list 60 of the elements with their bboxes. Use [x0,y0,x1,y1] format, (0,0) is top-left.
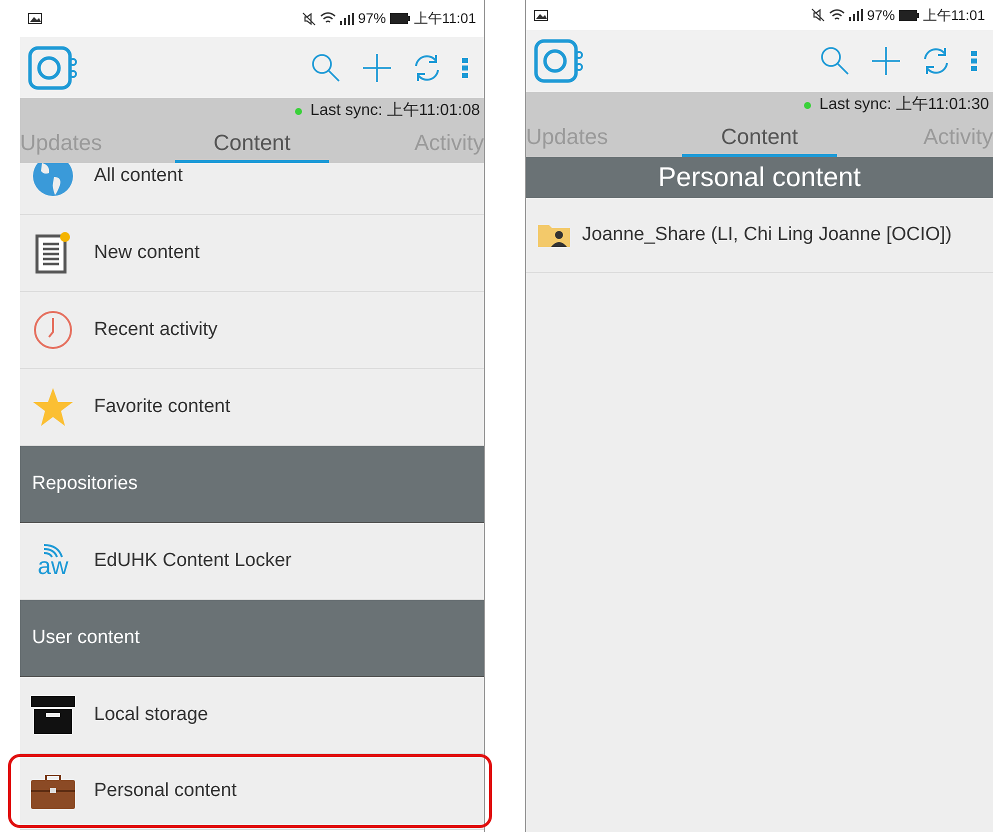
star-icon [32,387,74,427]
sync-button[interactable] [412,52,442,82]
wifi-icon [320,12,336,25]
refresh-icon [412,52,442,82]
item-label: New content [94,240,200,265]
item-label: All content [94,164,183,188]
last-sync-text: Last sync: 上午11:01:08 [310,100,480,121]
page-title: Personal content [526,157,993,198]
briefcase-icon [31,774,75,808]
signal-icon [848,9,863,21]
shared-folder-icon [538,223,570,247]
mute-icon [302,12,316,26]
battery-icon [390,13,410,24]
app-logo-icon [534,39,584,83]
last-sync-text: Last sync: 上午11:01:30 [819,94,989,115]
document-icon [35,232,71,274]
more-icon [971,51,977,71]
archive-box-icon [31,696,75,734]
list-item[interactable]: All content [20,163,484,215]
list-item[interactable]: New content [20,215,484,292]
item-label: Personal content [94,779,237,804]
image-icon [534,10,548,20]
clock-time: 上午11:01 [923,6,985,24]
battery-percent: 97% [358,9,386,28]
search-button[interactable] [310,52,342,84]
battery-icon [899,10,919,20]
search-button[interactable] [819,45,851,77]
section-header: User content [20,600,484,677]
wifi-icon [828,8,845,22]
search-icon [819,45,851,77]
app-logo-icon [28,46,78,90]
signal-icon [340,12,354,24]
item-label: Joanne_Share (LI, Chi Ling Joanne [OCIO]) [582,222,952,247]
item-label: Favorite content [94,394,230,419]
list-item[interactable]: Recent activity [20,292,484,369]
repository-logo: aw [33,543,73,579]
clock-time: 上午11:01 [414,9,476,28]
plus-icon [362,52,392,82]
battery-percent: 97% [866,6,895,24]
more-icon [462,58,468,78]
list-item[interactable]: Joanne_Share (LI, Chi Ling Joanne [OCIO]) [526,198,993,273]
add-button[interactable] [362,52,392,82]
image-icon [28,13,42,24]
add-button[interactable] [871,46,901,76]
item-label: Recent activity [94,318,218,342]
clock-icon [33,310,73,350]
refresh-icon [921,46,951,76]
more-menu-button[interactable] [462,58,468,78]
sync-button[interactable] [921,46,951,76]
more-menu-button[interactable] [971,51,977,71]
item-label: EdUHK Content Locker [94,548,292,573]
section-header: Repositories [20,446,484,523]
list-item[interactable]: Local storage [20,677,484,754]
item-label: Local storage [94,702,208,727]
globe-icon [32,163,74,197]
mute-icon [810,8,825,22]
list-item[interactable]: Favorite content [20,369,484,446]
plus-icon [871,46,901,76]
search-icon [310,52,342,84]
list-item[interactable]: aw EdUHK Content Locker [20,523,484,600]
